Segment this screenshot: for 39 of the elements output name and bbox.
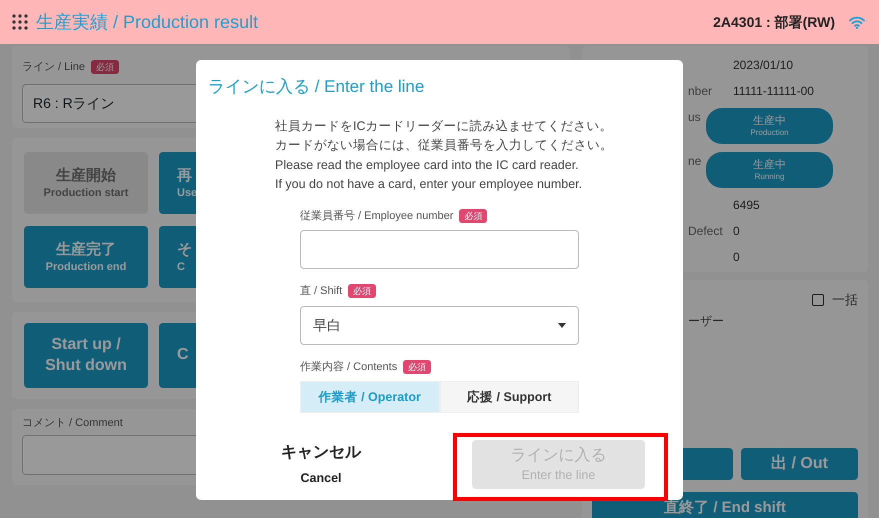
info-value: 6495 (733, 198, 760, 212)
required-badge: 必須 (348, 284, 376, 298)
action-button[interactable]: Start up / Shut down (24, 323, 148, 388)
action-button[interactable]: 生産完了 Production end (24, 226, 148, 288)
column-header: ーザー (687, 312, 725, 330)
info-label: nber (688, 84, 712, 98)
info-value: 2023/01/10 (733, 58, 794, 72)
wifi-icon (849, 16, 865, 28)
info-value: 11111-11111-00 (733, 84, 814, 98)
caret-icon (558, 322, 566, 328)
info-label: ne (688, 154, 702, 168)
info-value: 0 (733, 250, 740, 264)
shift-select[interactable]: 早白 (300, 306, 579, 344)
field-label: ライン / Line (22, 61, 85, 73)
required-badge: 必須 (459, 208, 488, 222)
info-value: 0 (733, 224, 740, 238)
field-label: 従業員番号 / Employee number (300, 210, 454, 222)
status-badge: 生産中 Running (706, 152, 833, 188)
user-label: 2A4301 : 部署(RW) (713, 12, 835, 32)
field-label: 直 / Shift (300, 285, 342, 297)
cancel-button[interactable]: キャンセル Cancel (196, 435, 446, 489)
field-label: 作業内容 / Contents (300, 360, 398, 372)
required-badge: 必須 (403, 360, 432, 374)
action-button[interactable]: 出 / Out (741, 448, 858, 480)
toggle-option[interactable]: 作業者 / Operator (300, 381, 440, 413)
toggle-option[interactable]: 応援 / Support (440, 381, 579, 413)
instruction-text: Please read the employee card into the IC card reader. (275, 156, 580, 174)
checkbox-label: 一括 (832, 291, 858, 309)
status-badge: 生産中 Production (706, 108, 833, 144)
page-title: 生産実績 / Production result (36, 10, 258, 34)
checkbox[interactable] (812, 294, 824, 306)
instruction-text: カードがない場合には、従業員番号を入力してください。 (275, 137, 614, 154)
menu-icon[interactable] (12, 14, 28, 30)
instruction-text: If you do not have a card, enter your employee number. (275, 176, 584, 193)
employee-number-field[interactable] (300, 230, 579, 269)
field-label: コメント / Comment (22, 416, 124, 431)
info-label: Defect (688, 224, 723, 238)
info-label: us (688, 110, 701, 124)
required-badge: 必須 (90, 60, 119, 74)
